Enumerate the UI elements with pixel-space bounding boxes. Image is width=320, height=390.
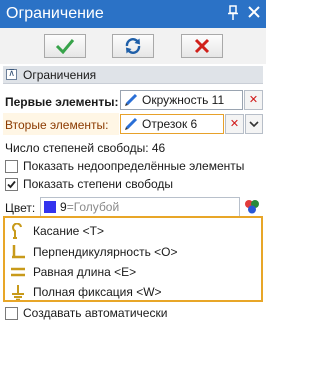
color-number: 9 — [60, 200, 67, 214]
show-underdefined-checkbox[interactable] — [5, 159, 18, 173]
constraints-section-header[interactable]: ⊼ Ограничения — [3, 66, 263, 84]
first-elements-value: Окружность 11 — [142, 93, 225, 107]
toolbar — [0, 28, 266, 64]
show-dof-label: Показать степени свободы — [23, 177, 174, 191]
create-auto-checkbox[interactable] — [5, 306, 18, 320]
show-dof-checkbox[interactable] — [5, 177, 18, 191]
remove-second-button[interactable]: ✕ — [225, 114, 244, 134]
color-swatch — [44, 201, 56, 213]
constraint-equal-length[interactable]: Равная длина <E> — [10, 263, 136, 280]
pin-icon[interactable] — [226, 5, 240, 21]
color-field[interactable]: 9=Голубой — [40, 197, 240, 217]
pencil-icon — [125, 117, 138, 130]
tangent-icon — [12, 222, 22, 239]
show-dof-row[interactable]: Показать степени свободы — [5, 176, 173, 192]
constraint-label: Перпендикулярность <O> — [33, 244, 178, 259]
checkmark-icon — [7, 180, 16, 188]
constraint-label: Равная длина <E> — [33, 264, 137, 279]
perpendicular-icon — [12, 244, 25, 258]
constraint-tangent[interactable]: Касание <T> — [10, 222, 104, 239]
refresh-icon — [125, 38, 141, 54]
pencil-icon — [125, 93, 138, 106]
close-icon[interactable] — [247, 3, 261, 21]
title-bar: Ограничение — [0, 0, 266, 28]
collapse-icon[interactable]: ⊼ — [6, 69, 17, 80]
constraint-label: Полная фиксация <W> — [33, 284, 162, 299]
create-auto-label: Создавать автоматически — [23, 306, 168, 320]
show-underdefined-label: Показать недоопределённые элементы — [23, 159, 245, 173]
create-auto-row[interactable]: Создавать автоматически — [5, 305, 167, 321]
color-label: Цвет: — [5, 201, 36, 215]
first-elements-field[interactable]: Окружность 11 — [120, 90, 243, 110]
constraint-full-fix[interactable]: Полная фиксация <W> — [10, 283, 162, 300]
second-elements-dropdown[interactable] — [245, 114, 263, 134]
constraints-list: Касание <T> Перпендикулярность <O> Равна… — [3, 216, 263, 302]
constraint-perpendicular[interactable]: Перпендикулярность <O> — [10, 243, 178, 260]
dof-count: Число степеней свободы: 46 — [5, 141, 166, 155]
refresh-button[interactable] — [112, 34, 154, 58]
checkmark-icon — [55, 39, 75, 54]
section-title: Ограничения — [23, 68, 97, 82]
show-underdefined-row[interactable]: Показать недоопределённые элементы — [5, 158, 244, 174]
first-elements-label: Первые элементы: — [5, 95, 119, 109]
ok-button[interactable] — [44, 34, 86, 58]
palette-icon[interactable] — [242, 197, 262, 217]
remove-first-button[interactable]: ✕ — [244, 90, 263, 110]
chevron-down-icon — [249, 121, 259, 128]
full-fix-icon — [12, 284, 24, 300]
cross-icon — [194, 38, 210, 54]
equal-length-icon — [11, 267, 25, 276]
second-elements-field[interactable]: Отрезок 6 — [120, 114, 224, 134]
constraint-label: Касание <T> — [33, 223, 105, 238]
second-elements-value: Отрезок 6 — [142, 117, 198, 131]
second-elements-label: Вторые элементы: — [5, 118, 109, 132]
window-title: Ограничение — [6, 5, 104, 22]
color-name: =Голубой — [66, 200, 120, 214]
cancel-button[interactable] — [181, 34, 223, 58]
